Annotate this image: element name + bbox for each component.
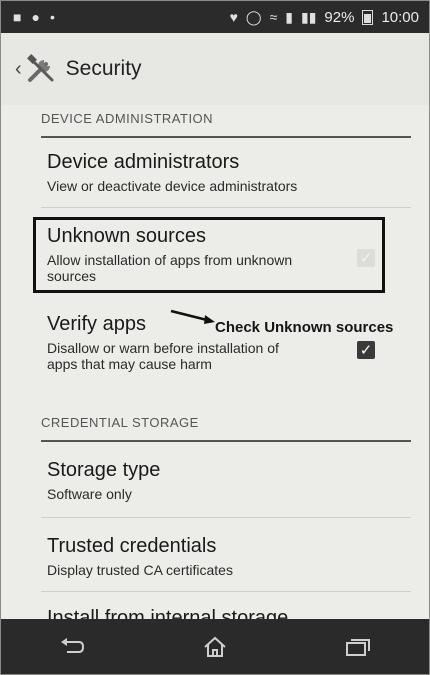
notification-icon: ■ [13, 9, 22, 25]
pref-summary: Display trusted CA certificates [47, 562, 233, 578]
unknown-sources-checkbox[interactable]: ✓ [357, 249, 375, 267]
alarm-icon: ◯ [245, 8, 262, 25]
section-header-credential-storage: CREDENTIAL STORAGE [41, 415, 411, 442]
battery-icon [362, 9, 374, 25]
pref-title: Trusted credentials [47, 535, 217, 557]
pref-title: Unknown sources [47, 225, 206, 247]
pref-title: Storage type [47, 459, 161, 481]
nav-back-button[interactable] [42, 627, 102, 667]
pref-storage-type[interactable]: Storage type Software only [47, 457, 417, 502]
nav-recents-button[interactable] [328, 627, 388, 667]
pref-device-administrators[interactable]: Device administrators View or deactivate… [47, 149, 417, 194]
notification-icon: • [49, 9, 55, 25]
annotation-arrow [170, 309, 215, 324]
divider [41, 517, 411, 518]
pref-summary: Disallow or warn before installation of … [47, 340, 279, 372]
back-icon [61, 637, 85, 653]
nav-home-button[interactable] [185, 627, 245, 667]
divider [41, 207, 411, 208]
status-bar: ■ ● • ♥ ◯ ≈ ▮ ▮▮ 92% 10:00 [1, 1, 429, 33]
settings-list: DEVICE ADMINISTRATION Device administrat… [1, 105, 429, 629]
wifi-icon: ≈ [269, 9, 278, 25]
annotation-text: Check Unknown sources [215, 319, 394, 336]
phone-screen: ■ ● • ♥ ◯ ≈ ▮ ▮▮ 92% 10:00 ‹ Security DE… [0, 0, 430, 675]
clock: 10:00 [381, 8, 419, 26]
heart-icon: ♥ [229, 9, 238, 25]
pref-summary: Software only [47, 486, 132, 502]
signal-icon: ▮▮ [301, 8, 317, 25]
status-notifications: ■ ● • [1, 9, 55, 25]
recents-icon [345, 638, 370, 656]
action-bar: ‹ Security [1, 33, 429, 105]
tools-icon[interactable] [24, 52, 58, 86]
pref-unknown-sources[interactable]: Unknown sources Allow installation of ap… [47, 223, 337, 284]
pref-trusted-credentials[interactable]: Trusted credentials Display trusted CA c… [47, 533, 417, 578]
section-header-device-administration: DEVICE ADMINISTRATION [41, 111, 411, 138]
page-title: Security [65, 57, 142, 80]
verify-apps-checkbox[interactable]: ✓ [357, 341, 375, 359]
notification-icon: ● [31, 9, 40, 25]
home-icon [204, 636, 226, 657]
navigation-bar [1, 619, 429, 674]
sim-icon: ▮ [285, 8, 293, 25]
pref-summary: Allow installation of apps from unknown … [47, 252, 293, 284]
battery-percent: 92% [324, 8, 355, 26]
pref-title: Device administrators [47, 151, 240, 173]
divider [41, 591, 411, 592]
pref-summary: View or deactivate device administrators [47, 178, 298, 194]
chevron-left-icon[interactable]: ‹ [15, 58, 22, 81]
status-indicators: ♥ ◯ ≈ ▮ ▮▮ 92% 10:00 [230, 9, 429, 26]
